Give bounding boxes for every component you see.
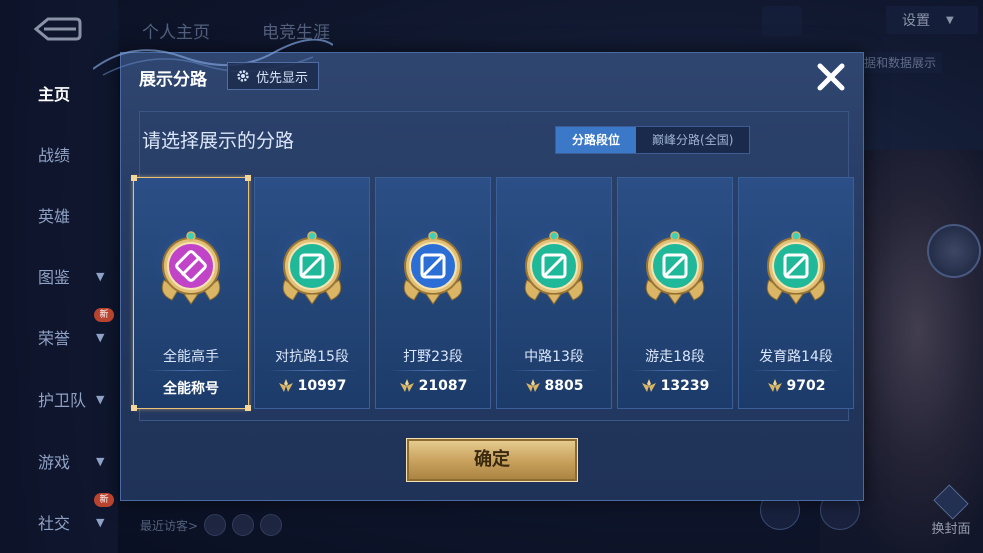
allround-emblem-icon [161, 231, 221, 305]
peak-score-icon [278, 379, 293, 392]
divider [388, 370, 478, 371]
lane-score: 13239 [618, 378, 732, 394]
lane-score-value: 9702 [786, 378, 826, 394]
lane-rank-label: 全能高手 [163, 349, 219, 365]
peak-score-icon [641, 379, 656, 392]
sidebar-item-label: 社交 [38, 514, 71, 533]
lane-mode-switch: 分路段位 巅峰分路(全国) [555, 126, 751, 154]
sidebar-item[interactable]: 社交 ▼ [0, 507, 118, 537]
sidebar-item-label: 主页 [38, 85, 71, 104]
lane-score: 8805 [497, 378, 611, 394]
sidebar-item[interactable]: 荣誉 ▼ [0, 322, 118, 352]
lane-score-value: 21087 [418, 378, 468, 394]
jungle-emblem-icon [403, 231, 463, 305]
farm-lane-emblem-icon [766, 231, 826, 305]
sidebar-item-label: 战绩 [38, 146, 71, 165]
selection-corner [131, 405, 137, 411]
tab-peak-lane[interactable]: 巅峰分路(全国) [636, 127, 750, 153]
lane-card[interactable]: 打野23段 21087 [375, 177, 491, 409]
chevron-down-icon: ▼ [96, 330, 105, 344]
lane-score-value: 8805 [544, 378, 584, 394]
chevron-down-icon: ▼ [96, 454, 105, 468]
lane-score: 9702 [739, 378, 853, 394]
lane-score: 全能称号 [134, 378, 248, 398]
lane-display-modal: 展示分路 优先显示 请选择展示的分路 分路段位 巅峰分路(全国) 全能高手全能称… [93, 39, 864, 501]
sidebar-item-label: 荣誉 [38, 329, 71, 348]
sidebar-item-label: 游戏 [38, 453, 71, 472]
lane-score: 10997 [255, 378, 369, 394]
lane-card[interactable]: 全能高手 全能称号 [131, 175, 251, 411]
divider [146, 370, 236, 371]
sidebar-item[interactable]: 主页 [0, 78, 118, 108]
clash-lane-emblem-icon [282, 231, 342, 305]
priority-display-label: 优先显示 [256, 70, 309, 86]
lane-rank-label: 游走18段 [645, 349, 705, 365]
roam-emblem-icon [645, 231, 705, 305]
sidebar-item[interactable]: 护卫队 ▼ [0, 384, 118, 414]
lane-rank-label: 发育路14段 [759, 349, 833, 365]
confirm-button[interactable]: 确定 [406, 438, 578, 482]
lane-score: 21087 [376, 378, 490, 394]
divider [509, 370, 599, 371]
lane-rank-label: 对抗路15段 [275, 349, 349, 365]
new-badge: 新 [94, 493, 114, 507]
selection-corner [131, 175, 137, 181]
gear-icon [237, 70, 249, 82]
mid-lane-emblem-icon [524, 231, 584, 305]
selection-corner [245, 405, 251, 411]
lane-score-value: 全能称号 [163, 381, 219, 397]
panel-heading: 请选择展示的分路 [142, 130, 295, 152]
peak-score-icon [399, 379, 414, 392]
new-badge: 新 [94, 308, 114, 322]
peak-score-icon [767, 379, 782, 392]
lane-rank-label: 打野23段 [403, 349, 463, 365]
lane-card[interactable]: 中路13段 8805 [496, 177, 612, 409]
divider [630, 370, 720, 371]
divider [751, 370, 841, 371]
sidebar-item[interactable]: 英雄 [0, 200, 118, 230]
chevron-down-icon: ▼ [96, 269, 105, 283]
tab-lane-rank[interactable]: 分路段位 [556, 127, 637, 153]
chevron-down-icon: ▼ [96, 392, 105, 406]
lane-card[interactable]: 游走18段 13239 [617, 177, 733, 409]
lane-rank-label: 中路13段 [524, 349, 584, 365]
divider [267, 370, 357, 371]
sidebar-item[interactable]: 战绩 [0, 139, 118, 169]
close-icon[interactable] [811, 57, 851, 97]
sidebar-item-label: 护卫队 [38, 391, 87, 410]
lane-score-value: 10997 [297, 378, 347, 394]
lane-card[interactable]: 发育路14段 9702 [738, 177, 854, 409]
modal-title: 展示分路 [139, 70, 207, 90]
priority-display-button[interactable]: 优先显示 [227, 62, 320, 90]
sidebar-item[interactable]: 图鉴 ▼ [0, 261, 118, 291]
chevron-down-icon: ▼ [96, 515, 105, 529]
selection-corner [245, 175, 251, 181]
peak-score-icon [525, 379, 540, 392]
lane-score-value: 13239 [660, 378, 710, 394]
lane-card[interactable]: 对抗路15段 10997 [254, 177, 370, 409]
sidebar-item[interactable]: 游戏 ▼ [0, 446, 118, 476]
sidebar-item-label: 英雄 [38, 207, 71, 226]
sidebar-item-label: 图鉴 [38, 268, 71, 287]
